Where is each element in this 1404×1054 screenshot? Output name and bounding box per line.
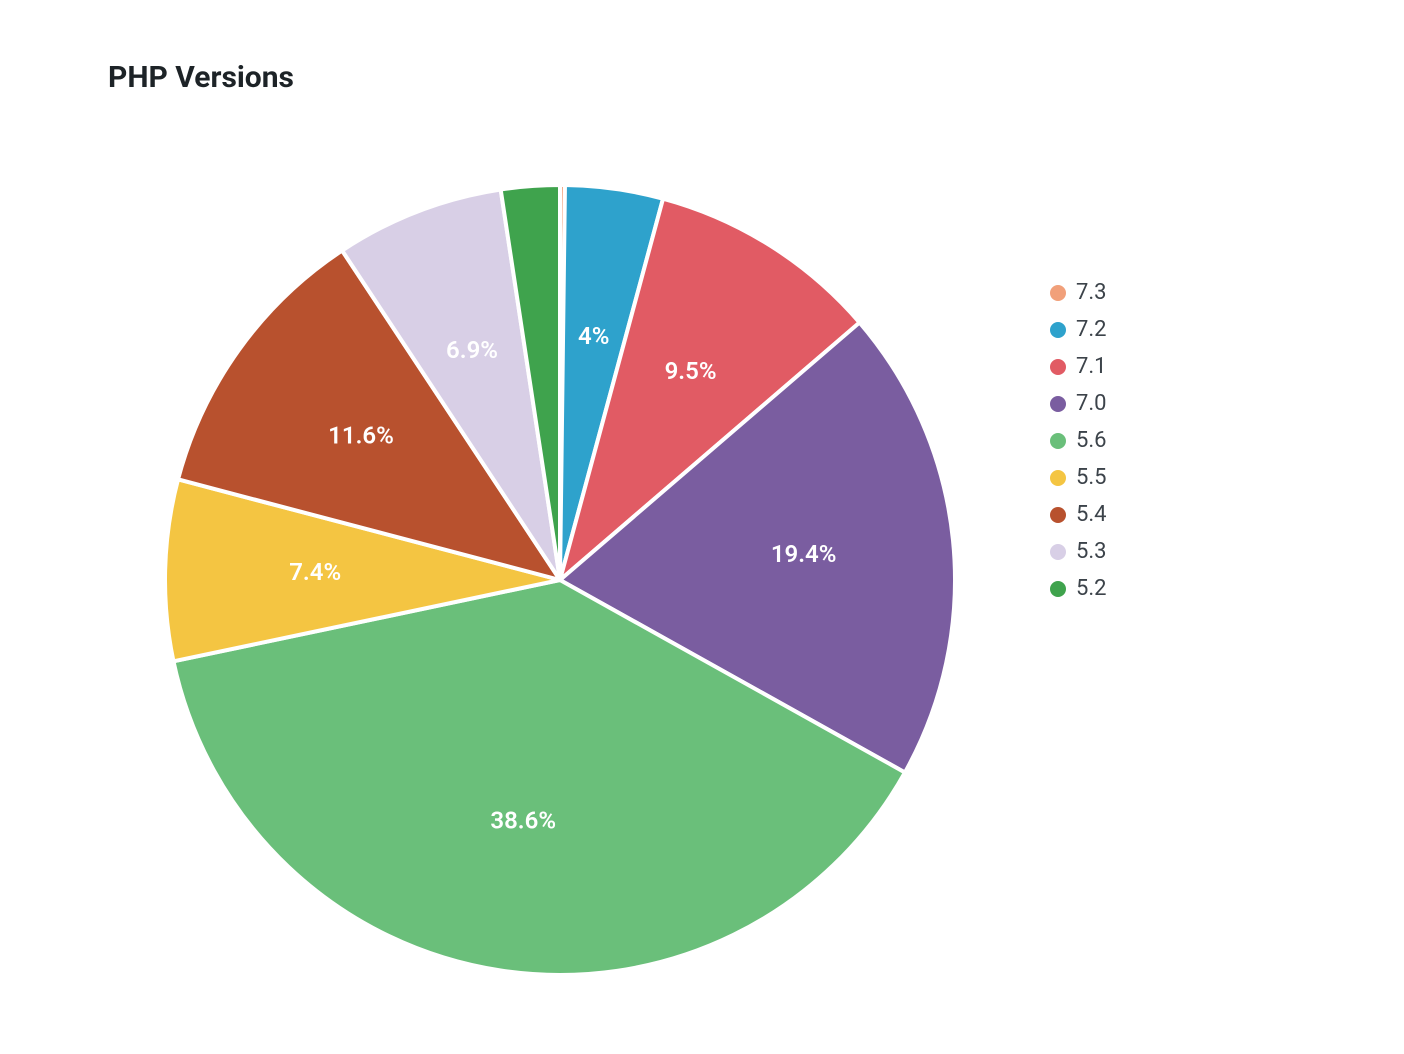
legend-item-5-5: 5.5 (1050, 465, 1107, 490)
legend-label: 7.1 (1076, 354, 1107, 379)
legend-label: 5.4 (1076, 502, 1107, 527)
legend-label: 7.0 (1076, 391, 1107, 416)
slice-label-5-3: 6.9% (446, 336, 498, 364)
legend-dot-icon (1050, 322, 1066, 338)
legend-item-7-0: 7.0 (1050, 391, 1107, 416)
legend-label: 7.2 (1076, 317, 1107, 342)
legend-dot-icon (1050, 359, 1066, 375)
legend-dot-icon (1050, 470, 1066, 486)
chart-legend: 7.3 7.2 7.1 7.0 5.6 5.5 5.4 5.3 5.2 (1050, 280, 1107, 601)
chart-container: PHP Versions 4% 9.5% 19.4% 38.6% 7.4% 11.6% 6.… (0, 0, 1404, 1054)
slice-label-7-2: 4% (578, 322, 609, 350)
legend-dot-icon (1050, 507, 1066, 523)
slice-label-5-6: 38.6% (490, 806, 556, 834)
chart-title: PHP Versions (108, 60, 294, 95)
legend-label: 5.6 (1076, 428, 1107, 453)
legend-item-5-4: 5.4 (1050, 502, 1107, 527)
slice-label-5-4: 11.6% (328, 422, 394, 450)
legend-label: 5.3 (1076, 539, 1107, 564)
legend-dot-icon (1050, 544, 1066, 560)
legend-item-5-2: 5.2 (1050, 576, 1107, 601)
legend-label: 5.5 (1076, 465, 1107, 490)
legend-item-7-2: 7.2 (1050, 317, 1107, 342)
slice-label-7-1: 9.5% (665, 357, 717, 385)
legend-item-7-3: 7.3 (1050, 280, 1107, 305)
legend-label: 7.3 (1076, 280, 1107, 305)
legend-dot-icon (1050, 396, 1066, 412)
legend-item-7-1: 7.1 (1050, 354, 1107, 379)
legend-dot-icon (1050, 285, 1066, 301)
slice-label-5-5: 7.4% (289, 558, 341, 586)
legend-item-5-6: 5.6 (1050, 428, 1107, 453)
pie-chart: 4% 9.5% 19.4% 38.6% 7.4% 11.6% 6.9% (150, 120, 970, 1000)
legend-label: 5.2 (1076, 576, 1107, 601)
legend-item-5-3: 5.3 (1050, 539, 1107, 564)
legend-dot-icon (1050, 433, 1066, 449)
legend-dot-icon (1050, 581, 1066, 597)
slice-label-7-0: 19.4% (771, 540, 837, 568)
